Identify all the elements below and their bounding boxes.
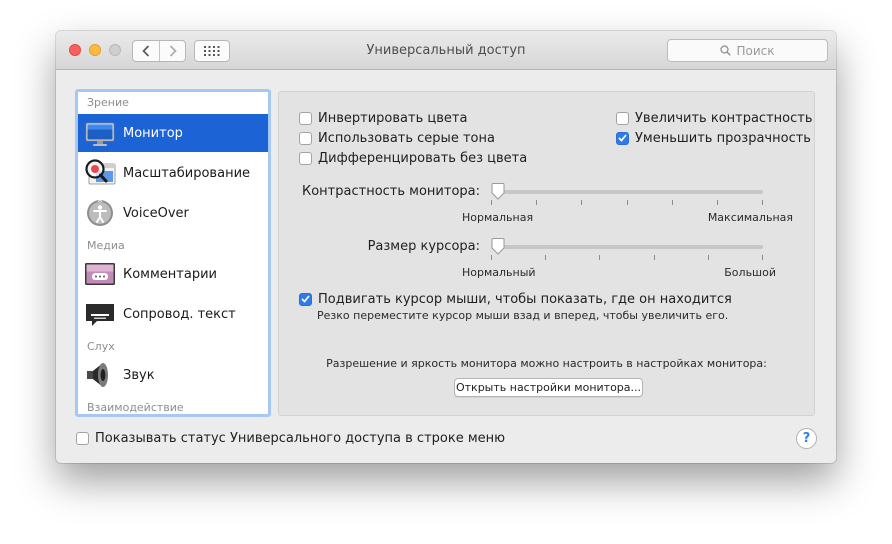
checkmark-icon	[618, 134, 627, 142]
voiceover-icon	[87, 200, 113, 226]
sidebar-item-label: VoiceOver	[123, 205, 189, 221]
contrast-slider-knob[interactable]	[491, 183, 505, 200]
search-field[interactable]: Поиск	[667, 39, 828, 62]
slider-tick	[762, 200, 763, 205]
sidebar-header-interaction: Взаимодействие	[87, 401, 184, 414]
slider-tick	[491, 200, 492, 205]
slider-tick	[717, 200, 718, 205]
contrast-slider-ticks	[491, 200, 763, 206]
invert-colors-checkbox[interactable]	[299, 111, 312, 125]
open-display-settings-button[interactable]: Открыть настройки монитора...	[454, 378, 643, 397]
shake-to-locate-option[interactable]: Подвигать курсор мыши, чтобы показать, г…	[299, 291, 732, 307]
grayscale-label: Использовать серые тона	[318, 130, 495, 146]
shake-to-locate-checkbox[interactable]	[299, 292, 312, 306]
cursor-size-slider-track[interactable]	[491, 245, 763, 249]
slider-tick	[762, 255, 763, 260]
display-settings-panel: Инвертировать цвета Использовать серые т…	[278, 91, 815, 416]
cursor-size-label: Размер курсора:	[367, 239, 480, 254]
slider-tick	[627, 200, 628, 205]
preferences-window: Универсальный доступ Поиск Зрение Монито…	[56, 31, 836, 463]
sidebar-item-label: Масштабирование	[123, 165, 251, 181]
differentiate-option[interactable]: Дифференцировать без цвета	[299, 150, 527, 166]
slider-tick	[536, 200, 537, 205]
slider-tick	[581, 200, 582, 205]
sidebar-item-display[interactable]: Монитор	[78, 114, 268, 152]
invert-colors-option[interactable]: Инвертировать цвета	[299, 110, 467, 126]
invert-colors-label: Инвертировать цвета	[318, 110, 468, 126]
cursor-size-max-label: Большой	[724, 266, 776, 279]
sidebar-item-label: Монитор	[123, 125, 183, 141]
sidebar-item-zoom[interactable]: Масштабирование	[78, 154, 268, 192]
slider-tick	[599, 255, 600, 260]
sidebar-item-captions[interactable]: Сопровод. текст	[78, 295, 268, 333]
sidebar-header-hearing: Слух	[87, 340, 115, 353]
checkmark-icon	[301, 295, 310, 303]
speaker-icon	[87, 363, 108, 387]
cursor-size-slider-ticks	[491, 255, 763, 261]
grayscale-option[interactable]: Использовать серые тона	[299, 130, 495, 146]
sidebar-item-descriptions[interactable]: Комментарии	[78, 255, 268, 293]
differentiate-label: Дифференцировать без цвета	[318, 150, 528, 166]
sidebar-header-media: Медиа	[87, 239, 125, 252]
shake-hint: Резко переместите курсор мыши взад и впе…	[317, 309, 729, 322]
display-icon	[85, 122, 115, 146]
slider-tick	[654, 255, 655, 260]
contrast-label: Контрастность монитора:	[302, 184, 480, 199]
captions-icon	[86, 304, 114, 326]
sidebar-header-vision: Зрение	[87, 96, 129, 109]
reduce-transparency-checkbox[interactable]	[616, 131, 629, 145]
menubar-status-option[interactable]: Показывать статус Универсального доступа…	[76, 430, 505, 446]
slider-tick	[672, 200, 673, 205]
slider-tick	[545, 255, 546, 260]
cursor-size-min-label: Нормальный	[462, 266, 536, 279]
slider-tick	[491, 255, 492, 260]
menubar-status-label: Показывать статус Универсального доступа…	[95, 430, 506, 446]
cursor-size-slider-knob[interactable]	[491, 238, 505, 255]
increase-contrast-checkbox[interactable]	[616, 111, 629, 125]
descriptions-icon	[85, 263, 115, 285]
shake-to-locate-label: Подвигать курсор мыши, чтобы показать, г…	[318, 291, 732, 307]
sidebar-item-label: Сопровод. текст	[123, 306, 236, 322]
slider-tick	[708, 255, 709, 260]
increase-contrast-label: Увеличить контрастность	[635, 110, 813, 126]
menubar-status-checkbox[interactable]	[76, 431, 89, 445]
sidebar-item-label: Звук	[123, 367, 155, 383]
differentiate-checkbox[interactable]	[299, 151, 312, 165]
reduce-transparency-label: Уменьшить прозрачность	[635, 130, 811, 146]
category-sidebar[interactable]: Зрение Монитор Масштабирование VoiceOver…	[75, 89, 271, 417]
contrast-max-label: Максимальная	[707, 211, 793, 224]
help-button[interactable]: ?	[796, 428, 817, 449]
title-bar: Универсальный доступ Поиск	[56, 31, 836, 70]
contrast-min-label: Нормальная	[462, 211, 534, 224]
search-placeholder: Поиск	[736, 43, 775, 58]
grayscale-checkbox[interactable]	[299, 131, 312, 145]
increase-contrast-option[interactable]: Увеличить контрастность	[616, 110, 813, 126]
sidebar-item-label: Комментарии	[123, 266, 217, 282]
contrast-slider-track[interactable]	[491, 190, 763, 194]
magnifier-icon	[720, 45, 732, 56]
display-settings-note: Разрешение и яркость монитора можно наст…	[326, 357, 767, 370]
reduce-transparency-option[interactable]: Уменьшить прозрачность	[616, 130, 811, 146]
sidebar-item-sound[interactable]: Звук	[78, 356, 268, 394]
zoom-icon	[85, 159, 116, 185]
sidebar-item-voiceover[interactable]: VoiceOver	[78, 194, 268, 232]
